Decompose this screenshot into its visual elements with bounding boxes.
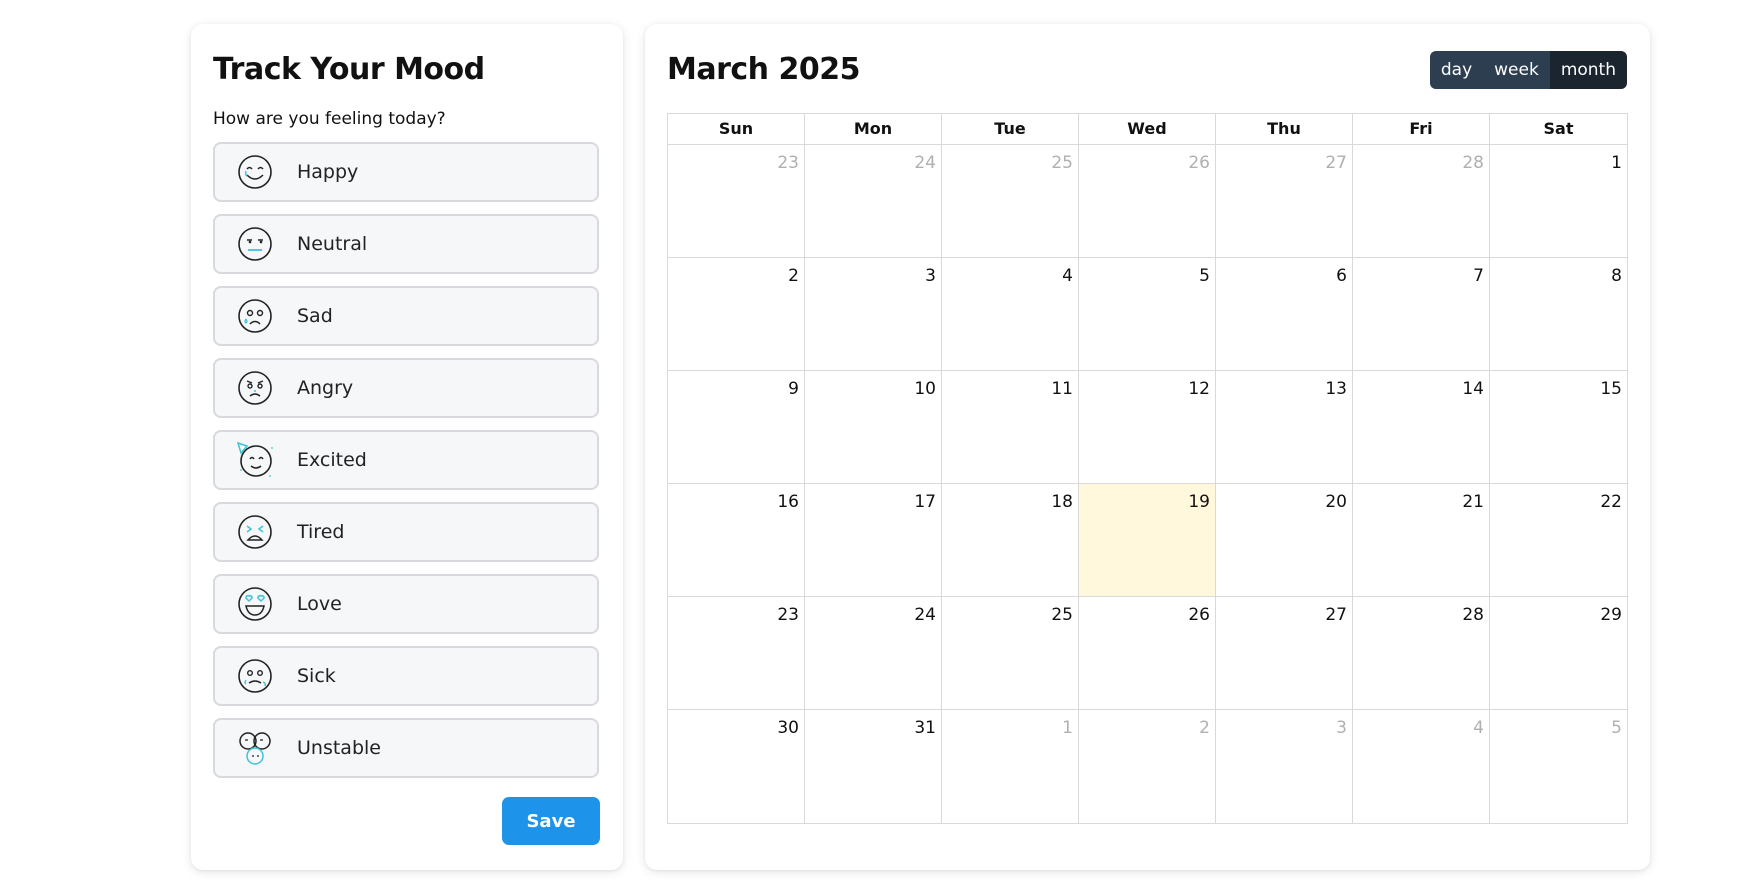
calendar-day[interactable]: 17 <box>805 484 942 597</box>
save-button[interactable]: Save <box>502 797 600 845</box>
calendar-day[interactable]: 21 <box>1353 484 1490 597</box>
calendar-day[interactable]: 24 <box>805 145 942 258</box>
calendar-day[interactable]: 29 <box>1490 597 1627 710</box>
mood-option-label: Love <box>297 593 342 615</box>
calendar-day[interactable]: 1 <box>1490 145 1627 258</box>
weekday-header-sun: Sun <box>668 114 805 145</box>
calendar-day[interactable]: 12 <box>1079 371 1216 484</box>
unstable-face-icon <box>239 732 271 765</box>
mood-option-neutral[interactable]: Neutral <box>213 214 599 274</box>
calendar-day[interactable]: 7 <box>1353 258 1490 371</box>
mood-option-tired[interactable]: Tired <box>213 502 599 562</box>
angry-face-icon <box>238 371 272 405</box>
mood-option-label: Angry <box>297 377 354 399</box>
calendar-day[interactable]: 18 <box>942 484 1079 597</box>
calendar-day[interactable]: 22 <box>1490 484 1627 597</box>
weekday-header-sat: Sat <box>1490 114 1627 145</box>
mood-option-label: Neutral <box>297 233 368 255</box>
mood-panel: Track Your Mood How are you feeling toda… <box>191 24 623 870</box>
mood-option-sick[interactable]: Sick <box>213 646 599 706</box>
calendar-day-today[interactable]: 19 <box>1079 484 1216 597</box>
sad-face-icon <box>238 299 272 333</box>
calendar-day[interactable]: 24 <box>805 597 942 710</box>
mood-option-sad[interactable]: Sad <box>213 286 599 346</box>
weekday-header-fri: Fri <box>1353 114 1490 145</box>
calendar-day[interactable]: 3 <box>1216 710 1353 823</box>
calendar-day[interactable]: 28 <box>1353 597 1490 710</box>
calendar-day[interactable]: 25 <box>942 597 1079 710</box>
calendar-day[interactable]: 28 <box>1353 145 1490 258</box>
calendar-day[interactable]: 26 <box>1079 597 1216 710</box>
calendar-day[interactable]: 6 <box>1216 258 1353 371</box>
view-switch: day week month <box>1429 51 1627 89</box>
calendar-header: March 2025 day week month <box>667 48 1628 92</box>
calendar-day[interactable]: 4 <box>942 258 1079 371</box>
happy-face-icon <box>238 155 272 189</box>
mood-panel-title: Track Your Mood <box>213 52 485 87</box>
calendar-day[interactable]: 10 <box>805 371 942 484</box>
calendar-day[interactable]: 5 <box>1079 258 1216 371</box>
calendar-day[interactable]: 4 <box>1353 710 1490 823</box>
mood-option-happy[interactable]: Happy <box>213 142 599 202</box>
calendar-title: March 2025 <box>667 52 860 87</box>
weekday-header-tue: Tue <box>942 114 1079 145</box>
mood-question: How are you feeling today? <box>213 109 446 129</box>
excited-face-icon <box>236 441 273 477</box>
calendar-day[interactable]: 14 <box>1353 371 1490 484</box>
weekday-header-wed: Wed <box>1079 114 1216 145</box>
calendar-day[interactable]: 9 <box>668 371 805 484</box>
mood-option-label: Sad <box>297 305 333 327</box>
calendar-day[interactable]: 25 <box>942 145 1079 258</box>
weekday-header-thu: Thu <box>1216 114 1353 145</box>
weekday-header-mon: Mon <box>805 114 942 145</box>
calendar-day[interactable]: 2 <box>668 258 805 371</box>
calendar-day[interactable]: 15 <box>1490 371 1627 484</box>
calendar-day[interactable]: 8 <box>1490 258 1627 371</box>
calendar-day[interactable]: 23 <box>668 145 805 258</box>
calendar-day[interactable]: 11 <box>942 371 1079 484</box>
mood-option-unstable[interactable]: Unstable <box>213 718 599 778</box>
neutral-face-icon <box>238 227 272 261</box>
view-month-button[interactable]: month <box>1549 51 1627 89</box>
calendar-day[interactable]: 27 <box>1216 145 1353 258</box>
view-day-button[interactable]: day <box>1429 51 1484 89</box>
mood-option-label: Tired <box>297 521 345 543</box>
mood-option-label: Excited <box>297 449 367 471</box>
mood-option-label: Unstable <box>297 737 381 759</box>
calendar-day[interactable]: 2 <box>1079 710 1216 823</box>
calendar-day[interactable]: 16 <box>668 484 805 597</box>
tired-face-icon <box>238 515 272 549</box>
view-week-button[interactable]: week <box>1483 51 1550 89</box>
calendar-day[interactable]: 31 <box>805 710 942 823</box>
calendar-grid: Sun Mon Tue Wed Thu Fri Sat 23 24 25 26 27 28 1 2 3 4 5 6 7… <box>667 113 1628 824</box>
mood-option-angry[interactable]: Angry <box>213 358 599 418</box>
calendar-day[interactable]: 23 <box>668 597 805 710</box>
calendar-day[interactable]: 3 <box>805 258 942 371</box>
calendar-panel: March 2025 day week month Sun Mon Tue Wed Thu F… <box>645 24 1650 870</box>
calendar-day[interactable]: 13 <box>1216 371 1353 484</box>
mood-option-excited[interactable]: Excited <box>213 430 599 490</box>
calendar-day[interactable]: 1 <box>942 710 1079 823</box>
mood-option-love[interactable]: Love <box>213 574 599 634</box>
mood-list: Happy Neutral Sad Angry Excited Tired Love Sick… <box>213 142 601 778</box>
calendar-day[interactable]: 26 <box>1079 145 1216 258</box>
calendar-day[interactable]: 5 <box>1490 710 1627 823</box>
mood-option-label: Sick <box>297 665 336 687</box>
calendar-day[interactable]: 27 <box>1216 597 1353 710</box>
love-face-icon <box>238 587 272 621</box>
calendar-day[interactable]: 20 <box>1216 484 1353 597</box>
sick-face-icon <box>238 659 272 693</box>
mood-option-label: Happy <box>297 161 359 183</box>
calendar-day[interactable]: 30 <box>668 710 805 823</box>
